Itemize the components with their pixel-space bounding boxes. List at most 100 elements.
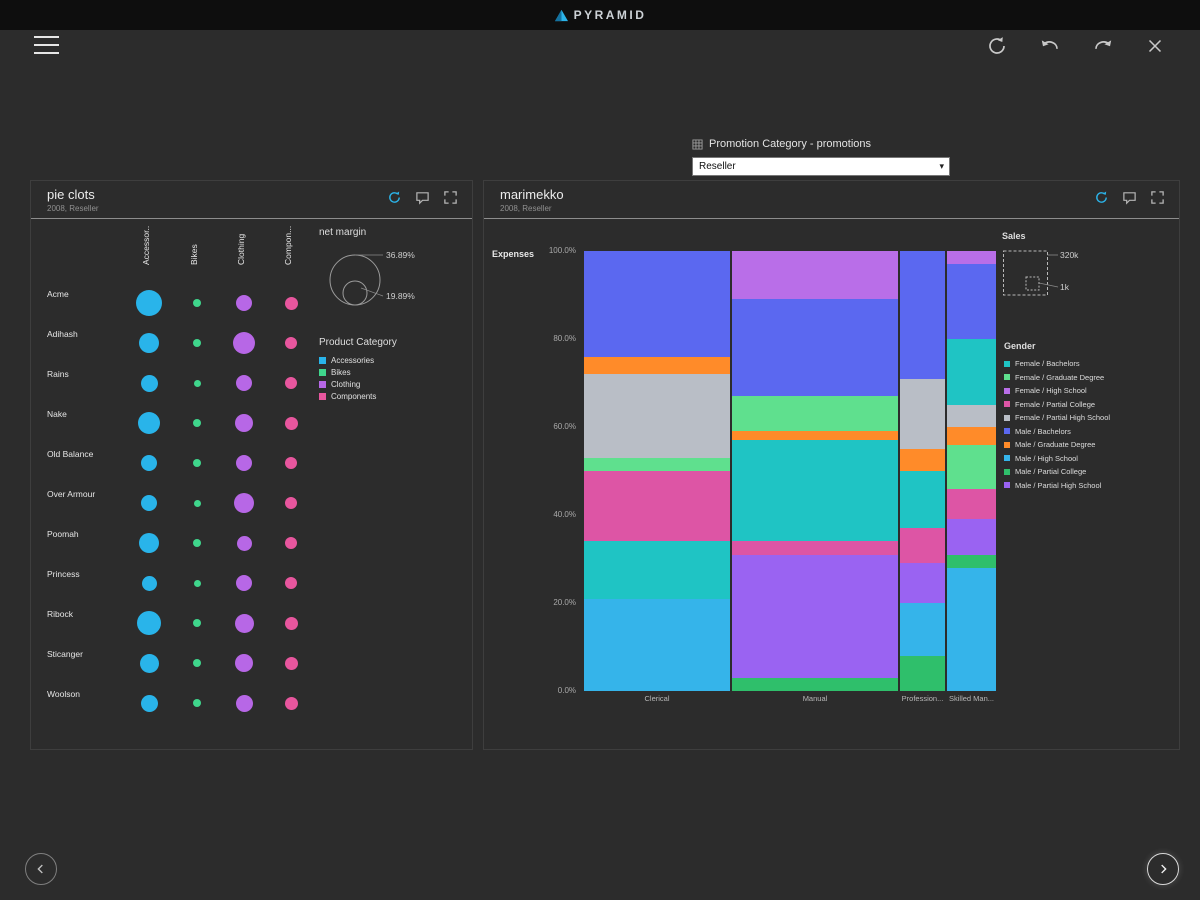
bubble-mark[interactable] xyxy=(285,377,297,389)
marimekko-segment[interactable] xyxy=(732,251,898,300)
bubble-mark[interactable] xyxy=(234,613,254,633)
maximize-icon[interactable] xyxy=(443,190,458,205)
bubble-mark[interactable] xyxy=(141,455,157,471)
undo-icon[interactable] xyxy=(1038,34,1062,58)
bubble-mark[interactable] xyxy=(193,659,201,667)
bubble-mark[interactable] xyxy=(140,694,158,712)
comments-icon[interactable] xyxy=(415,190,430,205)
bubble-mark[interactable] xyxy=(139,653,159,673)
menu-icon[interactable] xyxy=(34,36,59,54)
refresh-icon[interactable] xyxy=(1094,190,1109,205)
bubble-mark[interactable] xyxy=(284,616,298,630)
marimekko-segment[interactable] xyxy=(584,541,730,599)
bubble-mark[interactable] xyxy=(136,290,162,316)
legend-item[interactable]: Accessories xyxy=(319,356,469,365)
bubble-mark[interactable] xyxy=(193,339,201,347)
marimekko-segment[interactable] xyxy=(584,374,730,458)
legend-item[interactable]: Male / High School xyxy=(1004,454,1174,463)
bubble-mark[interactable] xyxy=(236,575,252,591)
marimekko-segment[interactable] xyxy=(732,541,898,555)
bubble-mark[interactable] xyxy=(193,499,201,507)
marimekko-segment[interactable] xyxy=(584,251,730,357)
marimekko-segment[interactable] xyxy=(947,404,996,427)
marimekko-segment[interactable] xyxy=(900,448,945,471)
legend-item[interactable]: Male / Partial College xyxy=(1004,467,1174,476)
bubble-mark[interactable] xyxy=(193,459,201,467)
bubble-mark[interactable] xyxy=(139,533,159,553)
refresh-icon[interactable] xyxy=(387,190,402,205)
marimekko-segment[interactable] xyxy=(900,563,945,603)
bubble-mark[interactable] xyxy=(233,332,255,354)
bubble-mark[interactable] xyxy=(235,694,253,712)
legend-item[interactable]: Male / Partial High School xyxy=(1004,481,1174,490)
marimekko-segment[interactable] xyxy=(947,488,996,520)
bubble-mark[interactable] xyxy=(234,493,254,513)
marimekko-segment[interactable] xyxy=(947,519,996,555)
marimekko-segment[interactable] xyxy=(947,567,996,691)
marimekko-segment[interactable] xyxy=(732,299,898,397)
marimekko-segment[interactable] xyxy=(732,554,898,678)
marimekko-segment[interactable] xyxy=(732,396,898,432)
bubble-mark[interactable] xyxy=(285,457,297,469)
marimekko-segment[interactable] xyxy=(947,251,996,265)
legend-item[interactable]: Female / Partial College xyxy=(1004,400,1174,409)
legend-item[interactable]: Male / Bachelors xyxy=(1004,427,1174,436)
legend-item[interactable]: Clothing xyxy=(319,380,469,389)
bubble-mark[interactable] xyxy=(285,577,297,589)
legend-item[interactable]: Male / Graduate Degree xyxy=(1004,440,1174,449)
bubble-mark[interactable] xyxy=(284,416,298,430)
legend-item[interactable]: Bikes xyxy=(319,368,469,377)
maximize-icon[interactable] xyxy=(1150,190,1165,205)
marimekko-segment[interactable] xyxy=(584,457,730,471)
bubble-mark[interactable] xyxy=(284,656,298,670)
bubble-mark[interactable] xyxy=(137,611,161,635)
legend-item[interactable]: Female / Graduate Degree xyxy=(1004,373,1174,382)
marimekko-segment[interactable] xyxy=(947,338,996,405)
marimekko-segment[interactable] xyxy=(732,440,898,542)
marimekko-segment[interactable] xyxy=(947,444,996,489)
bubble-mark[interactable] xyxy=(193,619,201,627)
bubble-mark[interactable] xyxy=(193,539,201,547)
bubble-mark[interactable] xyxy=(141,575,157,591)
bubble-mark[interactable] xyxy=(235,654,253,672)
bubble-mark[interactable] xyxy=(285,497,297,509)
bubble-mark[interactable] xyxy=(138,412,160,434)
marimekko-segment[interactable] xyxy=(900,602,945,656)
bubble-mark[interactable] xyxy=(285,337,297,349)
next-page-button[interactable] xyxy=(1147,853,1179,885)
close-icon[interactable] xyxy=(1144,35,1166,57)
bubble-mark[interactable] xyxy=(193,379,201,387)
marimekko-segment[interactable] xyxy=(584,470,730,542)
bubble-mark[interactable] xyxy=(141,495,157,511)
bubble-mark[interactable] xyxy=(193,419,201,427)
legend-item[interactable]: Components xyxy=(319,392,469,401)
bubble-mark[interactable] xyxy=(284,296,298,310)
marimekko-segment[interactable] xyxy=(947,264,996,339)
marimekko-segment[interactable] xyxy=(900,655,945,691)
bubble-mark[interactable] xyxy=(236,375,252,391)
legend-item[interactable]: Female / Bachelors xyxy=(1004,359,1174,368)
bubble-mark[interactable] xyxy=(236,455,252,471)
bubble-mark[interactable] xyxy=(193,579,201,587)
bubble-mark[interactable] xyxy=(285,537,297,549)
bubble-mark[interactable] xyxy=(193,699,201,707)
prev-page-button[interactable] xyxy=(25,853,57,885)
marimekko-segment[interactable] xyxy=(584,356,730,375)
bubble-mark[interactable] xyxy=(236,535,252,551)
marimekko-segment[interactable] xyxy=(900,470,945,529)
bubble-mark[interactable] xyxy=(236,295,252,311)
bubble-mark[interactable] xyxy=(140,374,158,392)
marimekko-segment[interactable] xyxy=(900,251,945,379)
promotion-dropdown[interactable]: Reseller ▾ xyxy=(692,157,950,176)
marimekko-segment[interactable] xyxy=(900,378,945,449)
comments-icon[interactable] xyxy=(1122,190,1137,205)
marimekko-segment[interactable] xyxy=(947,554,996,568)
bubble-mark[interactable] xyxy=(284,696,298,710)
redo-icon[interactable] xyxy=(1091,34,1115,58)
bubble-mark[interactable] xyxy=(139,333,159,353)
marimekko-segment[interactable] xyxy=(732,677,898,691)
reset-icon[interactable] xyxy=(985,34,1009,58)
marimekko-segment[interactable] xyxy=(732,431,898,441)
legend-item[interactable]: Female / Partial High School xyxy=(1004,413,1174,422)
marimekko-segment[interactable] xyxy=(900,528,945,564)
